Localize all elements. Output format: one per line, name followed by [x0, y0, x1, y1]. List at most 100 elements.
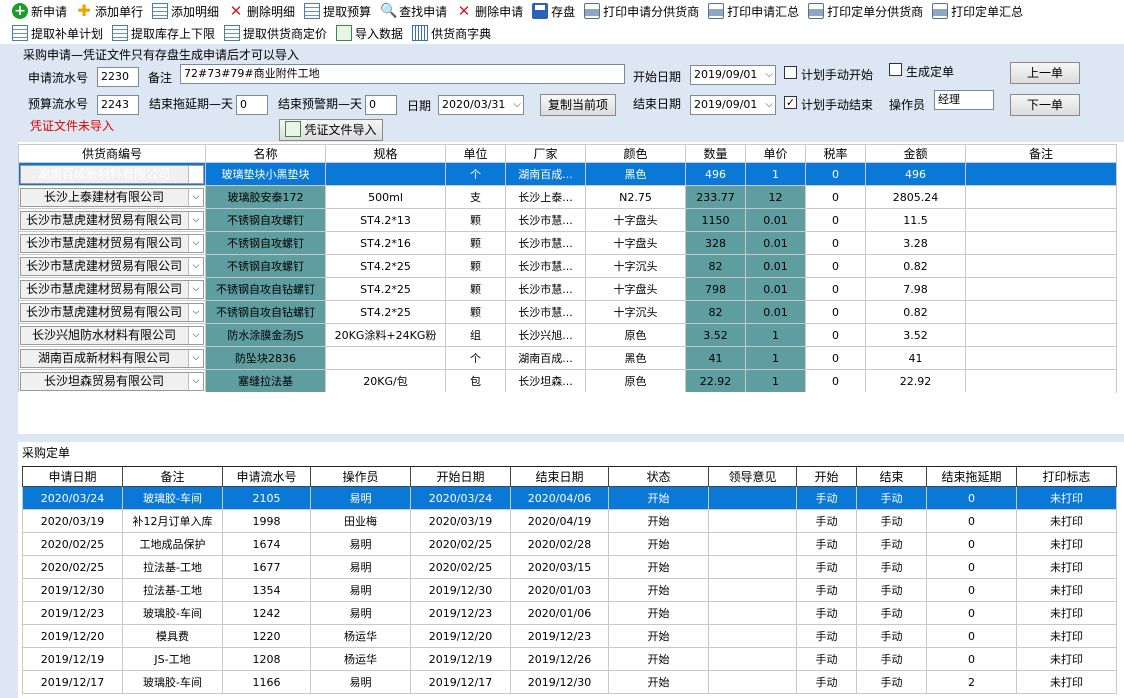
- operator-field[interactable]: 经理: [934, 90, 994, 110]
- table-cell[interactable]: [708, 601, 797, 625]
- table-cell[interactable]: 0: [926, 532, 1017, 556]
- table-cell[interactable]: 包: [445, 369, 506, 393]
- table-cell[interactable]: 2020/02/25: [22, 532, 123, 556]
- table-cell[interactable]: 0.01: [745, 208, 806, 232]
- table-cell[interactable]: 1677: [222, 555, 311, 579]
- table-cell[interactable]: 2020/02/25: [22, 555, 123, 579]
- table-cell[interactable]: 未打印: [1016, 578, 1117, 602]
- table-cell[interactable]: 2019/12/30: [410, 578, 511, 602]
- table-cell[interactable]: [708, 624, 797, 648]
- end-warn-field[interactable]: 0: [365, 95, 397, 115]
- toolbar-button[interactable]: 提取供货商定价: [224, 23, 327, 43]
- table-cell[interactable]: 易明: [310, 601, 411, 625]
- table-cell[interactable]: 2019/12/23: [410, 601, 511, 625]
- table-cell[interactable]: 易明: [310, 486, 411, 510]
- table-cell[interactable]: 湖南百成...: [505, 346, 586, 370]
- table-cell[interactable]: 2: [926, 670, 1017, 694]
- table-cell[interactable]: 2020/03/19: [22, 509, 123, 533]
- table-cell[interactable]: 798: [685, 277, 746, 301]
- table-cell[interactable]: 2805.24: [865, 185, 966, 209]
- table-cell[interactable]: 不锈钢自攻螺钉: [205, 231, 326, 255]
- table-cell[interactable]: 开始: [608, 486, 709, 510]
- table-cell[interactable]: 1: [745, 346, 806, 370]
- toolbar-button[interactable]: 提取补单计划: [12, 23, 103, 43]
- table-cell[interactable]: 1150: [685, 208, 746, 232]
- gen-order-checkbox[interactable]: [889, 63, 902, 76]
- table-cell[interactable]: 0: [926, 486, 1017, 510]
- table-cell[interactable]: 工地成品保护: [122, 532, 223, 556]
- table-cell[interactable]: ST4.2*16: [325, 231, 446, 255]
- table-cell[interactable]: 长沙上泰...: [505, 185, 586, 209]
- supplier-cell[interactable]: 长沙市慧虎建材贸易有限公司 ⌵: [18, 231, 206, 255]
- prev-button[interactable]: 上一单: [1010, 62, 1080, 84]
- table-row[interactable]: 2019/12/30 拉法基-工地 1354 易明 2019/12/30 2020/01/…: [22, 578, 1117, 602]
- table-cell[interactable]: 黑色: [585, 346, 686, 370]
- table-cell[interactable]: 3.52: [685, 323, 746, 347]
- table-cell[interactable]: 长沙市慧...: [505, 300, 586, 324]
- table-cell[interactable]: 手动: [796, 509, 857, 533]
- supplier-cell[interactable]: 湖南百成新材料有限公司 ⌵: [18, 162, 206, 186]
- supplier-combo[interactable]: 湖南百成新材料有限公司 ⌵: [20, 164, 204, 184]
- column-header[interactable]: 领导意见: [708, 466, 797, 487]
- table-row[interactable]: 长沙市慧虎建材贸易有限公司 ⌵ 不锈钢自攻自钻螺钉 ST4.2*25 颗长沙市慧... 十…: [18, 277, 1117, 301]
- chevron-down-icon[interactable]: ⌵: [188, 188, 203, 206]
- table-cell[interactable]: 手动: [796, 624, 857, 648]
- table-cell[interactable]: 开始: [608, 670, 709, 694]
- table-cell[interactable]: 手动: [856, 555, 927, 579]
- toolbar-button[interactable]: 🔍 查找申请: [380, 1, 447, 21]
- table-cell[interactable]: 十字盘头: [585, 277, 686, 301]
- manual-start-checkbox[interactable]: [784, 66, 797, 79]
- table-cell[interactable]: 长沙坦森...: [505, 369, 586, 393]
- table-cell[interactable]: 0: [926, 578, 1017, 602]
- table-cell[interactable]: 2020/03/24: [22, 486, 123, 510]
- table-cell[interactable]: 颗: [445, 254, 506, 278]
- table-cell[interactable]: 2019/12/26: [510, 647, 609, 671]
- table-cell[interactable]: 手动: [856, 578, 927, 602]
- table-row[interactable]: 长沙市慧虎建材贸易有限公司 ⌵ 不锈钢自攻自钻螺钉 ST4.2*25 颗长沙市慧... 十…: [18, 300, 1117, 324]
- column-header[interactable]: 申请日期: [22, 466, 123, 487]
- table-cell[interactable]: 十字盘头: [585, 231, 686, 255]
- supplier-cell[interactable]: 长沙上泰建材有限公司 ⌵: [18, 185, 206, 209]
- toolbar-button[interactable]: ✕ 删除明细: [228, 1, 295, 21]
- supplier-cell[interactable]: 长沙兴旭防水材料有限公司 ⌵: [18, 323, 206, 347]
- table-cell[interactable]: 0.82: [865, 300, 966, 324]
- table-cell[interactable]: 个: [445, 346, 506, 370]
- table-cell[interactable]: 手动: [796, 670, 857, 694]
- column-header[interactable]: 开始: [796, 466, 857, 487]
- table-cell[interactable]: 开始: [608, 601, 709, 625]
- column-header[interactable]: 供货商编号: [18, 144, 206, 163]
- table-cell[interactable]: N2.75: [585, 185, 686, 209]
- table-row[interactable]: 2019/12/23 玻璃胶-车间 1242 易明 2019/12/23 2020/01/…: [22, 601, 1117, 625]
- table-cell[interactable]: 手动: [856, 624, 927, 648]
- table-cell[interactable]: 玻璃胶-车间: [122, 601, 223, 625]
- table-cell[interactable]: 0: [926, 601, 1017, 625]
- table-cell[interactable]: 原色: [585, 369, 686, 393]
- table-cell[interactable]: 支: [445, 185, 506, 209]
- column-header[interactable]: 备注: [122, 466, 223, 487]
- table-cell[interactable]: 500ml: [325, 185, 446, 209]
- table-cell[interactable]: [965, 185, 1117, 209]
- table-cell[interactable]: 2019/12/20: [410, 624, 511, 648]
- column-header[interactable]: 状态: [608, 466, 709, 487]
- table-cell[interactable]: 233.77: [685, 185, 746, 209]
- supplier-combo[interactable]: 湖南百成新材料有限公司 ⌵: [20, 348, 204, 368]
- supplier-cell[interactable]: 长沙市慧虎建材贸易有限公司 ⌵: [18, 277, 206, 301]
- table-cell[interactable]: 1166: [222, 670, 311, 694]
- toolbar-button[interactable]: ✚ 添加单行: [76, 1, 143, 21]
- chevron-down-icon[interactable]: ⌵: [188, 234, 203, 252]
- table-cell[interactable]: 0: [805, 231, 866, 255]
- table-cell[interactable]: [708, 532, 797, 556]
- table-cell[interactable]: [325, 162, 446, 186]
- table-cell[interactable]: [708, 509, 797, 533]
- toolbar-button[interactable]: ✕ 删除申请: [456, 1, 523, 21]
- table-cell[interactable]: 拉法基-工地: [122, 555, 223, 579]
- supplier-combo[interactable]: 长沙市慧虎建材贸易有限公司 ⌵: [20, 302, 204, 322]
- table-cell[interactable]: 0: [805, 300, 866, 324]
- table-row[interactable]: 2019/12/20 模具费 1220 杨运华 2019/12/20 2019/12/23…: [22, 624, 1117, 648]
- table-cell[interactable]: [965, 369, 1117, 393]
- supplier-combo[interactable]: 长沙兴旭防水材料有限公司 ⌵: [20, 325, 204, 345]
- table-cell[interactable]: 82: [685, 300, 746, 324]
- toolbar-button[interactable]: 存盘: [532, 1, 575, 21]
- table-cell[interactable]: 手动: [856, 486, 927, 510]
- chevron-down-icon[interactable]: ⌵: [188, 349, 203, 367]
